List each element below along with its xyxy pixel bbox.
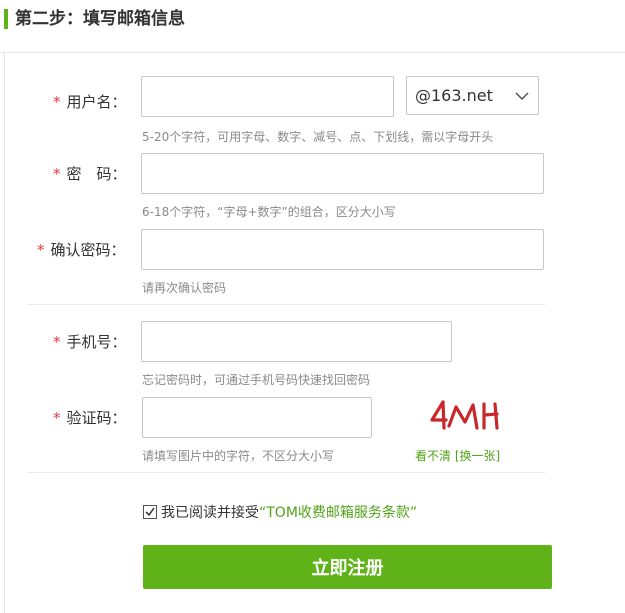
section-divider	[27, 304, 545, 305]
password-label: * 密 码：	[53, 165, 127, 183]
captcha-label: * 验证码：	[53, 409, 127, 427]
username-hint: 5-20个字符，可用字母、数字、减号、点、下划线，需以字母开头	[142, 130, 494, 144]
domain-select[interactable]: @163.net	[406, 76, 539, 115]
captcha-refresh-link[interactable]: 看不清 [换一张]	[415, 448, 500, 464]
captcha-glyphs	[430, 400, 499, 430]
agreement-text: 我已阅读并接受	[161, 505, 259, 521]
check-icon	[145, 507, 155, 517]
phone-hint: 忘记密码时，可通过手机号码快速找回密码	[142, 373, 371, 387]
required-mark: *	[53, 165, 61, 183]
required-mark: *	[53, 93, 61, 111]
password-input[interactable]	[141, 153, 544, 194]
register-button[interactable]: 立即注册	[143, 545, 552, 589]
confirm-password-input[interactable]	[141, 229, 544, 270]
captcha-input[interactable]	[142, 397, 372, 438]
agreement-checkbox[interactable]	[143, 505, 157, 519]
username-label: * 用户名：	[53, 93, 127, 111]
domain-select-value: @163.net	[415, 86, 493, 105]
confirm-password-hint: 请再次确认密码	[142, 281, 227, 295]
agreement-row: 我已阅读并接受“TOM收费邮箱服务条款”	[143, 504, 417, 522]
phone-input[interactable]	[141, 321, 452, 362]
step-header: 第二步：填写邮箱信息	[0, 0, 625, 53]
required-mark: *	[37, 241, 45, 259]
captcha-hint: 请填写图片中的字符，不区分大小写	[142, 449, 335, 463]
page-title: 第二步：填写邮箱信息	[15, 9, 185, 29]
section-divider	[27, 472, 545, 473]
phone-label: * 手机号：	[53, 333, 127, 351]
terms-link[interactable]: “TOM收费邮箱服务条款”	[259, 505, 417, 521]
registration-form: * 用户名： @163.net 5-20个字符，可用字母、数字、减号、点、下划线，…	[4, 53, 625, 613]
required-mark: *	[53, 409, 61, 427]
chevron-down-icon	[515, 92, 529, 101]
password-hint: 6-18个字符，“字母+数字”的组合，区分大小写	[142, 205, 396, 219]
confirm-password-label: * 确认密码：	[37, 241, 126, 259]
step-accent-bar	[4, 9, 8, 29]
username-input[interactable]	[141, 76, 394, 117]
required-mark: *	[53, 333, 61, 351]
captcha-image[interactable]	[429, 398, 501, 436]
